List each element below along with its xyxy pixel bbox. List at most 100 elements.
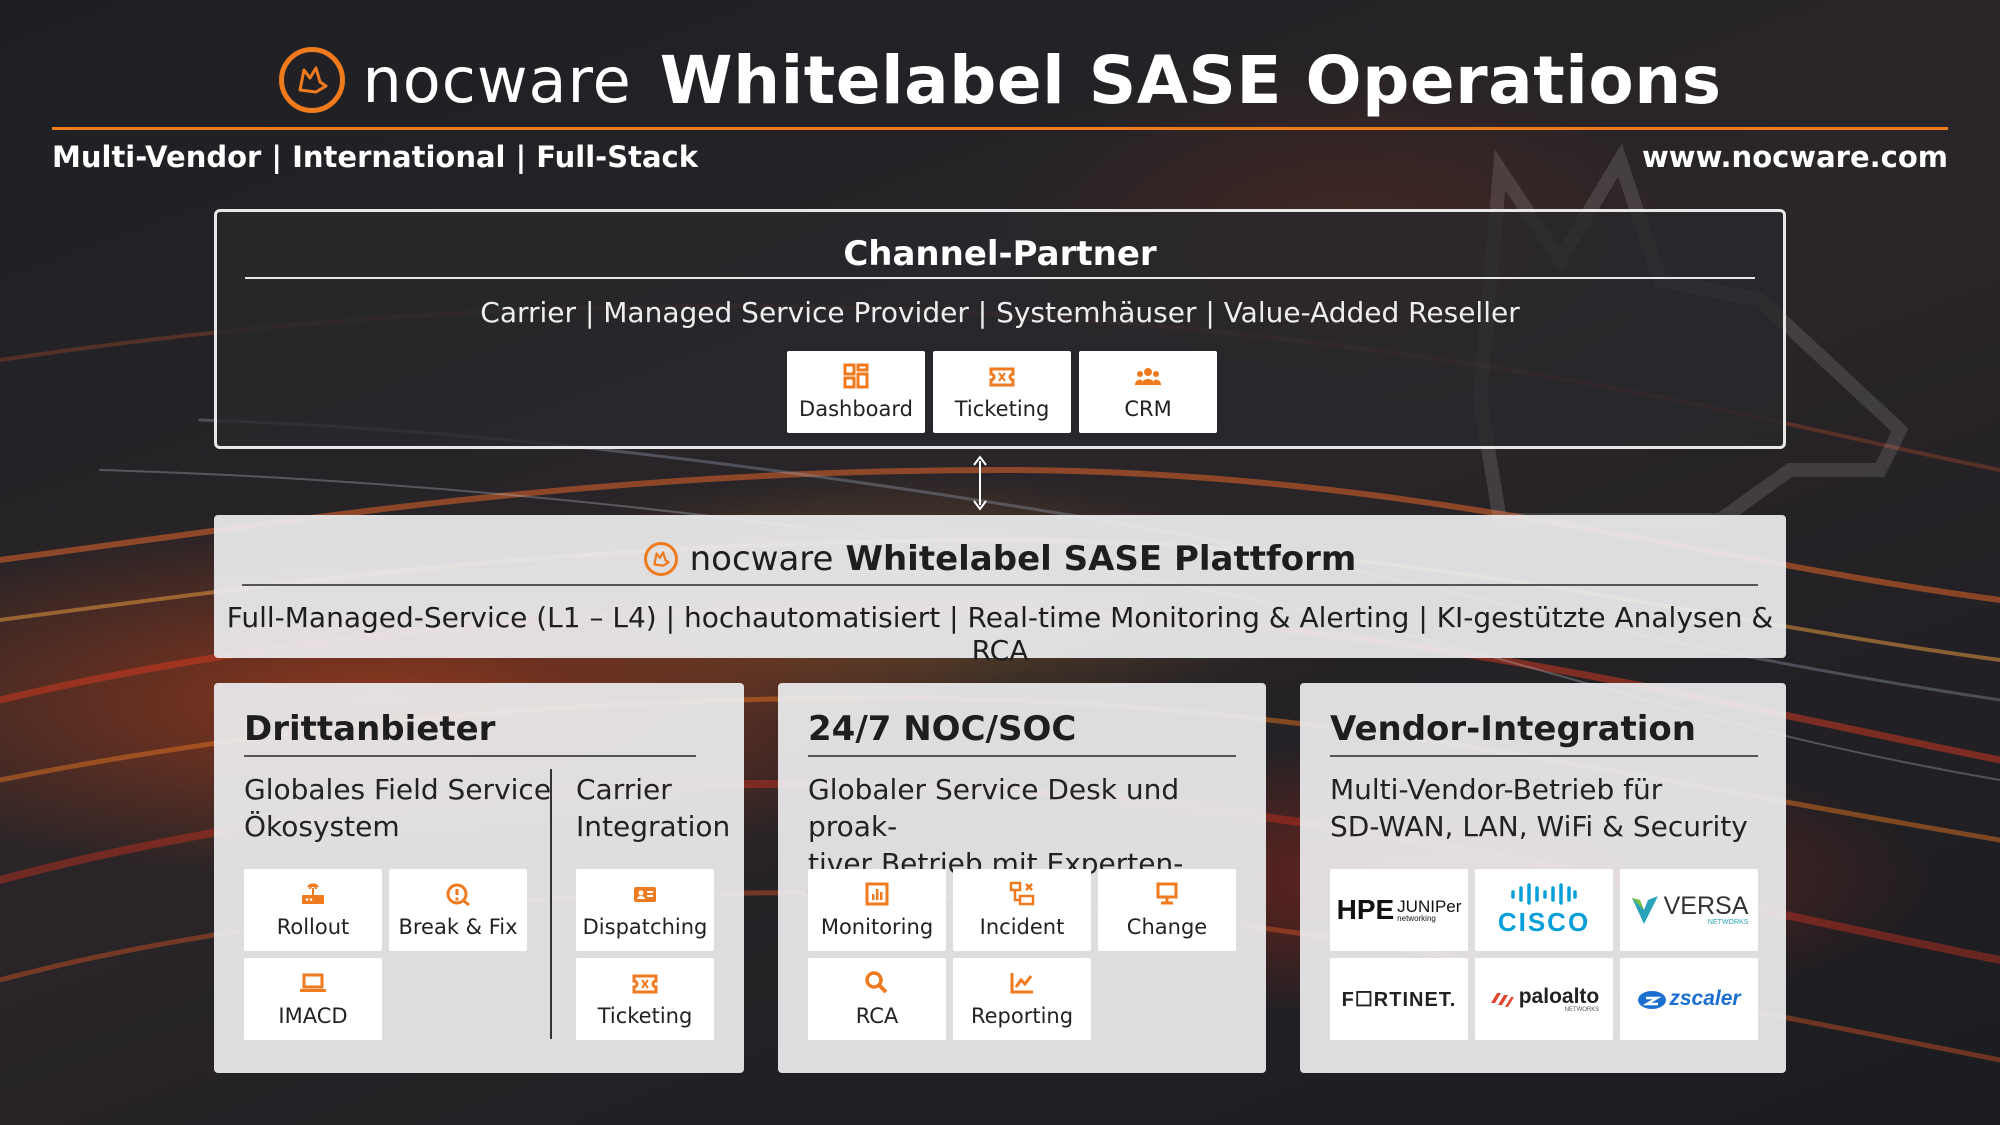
tile-break-fix[interactable]: Break & Fix: [389, 869, 527, 951]
carrier-tiles: Dispatching Ticketing: [576, 869, 714, 1040]
tile-reporting[interactable]: Reporting: [953, 958, 1091, 1040]
chart-icon: [865, 882, 889, 906]
fox-logo-icon: [643, 542, 678, 576]
logo-subtext: NETWORKS: [1564, 1006, 1600, 1013]
bidirectional-arrow-icon: [973, 455, 987, 511]
hpe-juniper-logo: HPE JUNIPer networking: [1330, 869, 1468, 951]
tile-crm[interactable]: CRM: [1079, 351, 1217, 433]
card-title: 24/7 NOC/SOC: [808, 709, 1077, 749]
card-title: Drittanbieter: [244, 709, 496, 749]
drittanbieter-card: Drittanbieter Globales Field Service Öko…: [214, 683, 744, 1073]
logo-text: HPE: [1336, 894, 1395, 925]
desc-line: Globaler Service Desk und proak-: [808, 773, 1180, 843]
divider: [242, 584, 1758, 586]
tile-label: Ticketing: [597, 1004, 693, 1028]
tile-monitoring[interactable]: Monitoring: [808, 869, 946, 951]
tile-rca[interactable]: RCA: [808, 958, 946, 1040]
tile-label: Ticketing: [954, 397, 1050, 421]
platform-bar: nocware Whitelabel SASE Plattform Full-M…: [214, 515, 1786, 667]
search-icon: [865, 971, 888, 994]
channel-partner-title: Channel-Partner: [843, 234, 1157, 274]
cisco-bars-icon: [1511, 882, 1577, 905]
versa-wordmark: VERSA NETWORKS: [1663, 892, 1749, 927]
ticket-icon: [632, 974, 658, 994]
tile-imacd[interactable]: IMACD: [244, 958, 382, 1040]
logo-subtext: NETWORKS: [1707, 919, 1749, 926]
zscaler-cloud-icon: [1638, 991, 1667, 1009]
tile-rollout[interactable]: Rollout: [244, 869, 382, 951]
logo-text: VERSA: [1663, 892, 1749, 920]
tile-dispatching[interactable]: Dispatching: [576, 869, 714, 951]
tile-label: IMACD: [278, 1004, 348, 1028]
tile-label: Change: [1126, 915, 1208, 939]
channel-partner-box: Channel-Partner Carrier | Managed Servic…: [214, 209, 1786, 449]
people-icon: [1134, 368, 1162, 385]
router-icon: [302, 883, 324, 904]
fortinet-logo: F☐RTINET.: [1330, 958, 1468, 1040]
vendor-logos: HPE JUNIPer networking CISCO VERSA NETWO…: [1330, 869, 1758, 1040]
tile-dashboard[interactable]: Dashboard: [787, 351, 925, 433]
divider: [244, 755, 696, 757]
card-title: Vendor-Integration: [1330, 709, 1696, 749]
desc-line: Globales Field Service: [244, 773, 552, 806]
page-title: Whitelabel SASE Operations: [659, 41, 1722, 119]
dashboard-icon: [843, 363, 869, 389]
channel-partner-subtitle: Carrier | Managed Service Provider | Sys…: [480, 296, 1520, 329]
website-link[interactable]: www.nocware.com: [1642, 140, 1948, 174]
field-service-description: Globales Field Service Ökosystem: [244, 771, 551, 845]
fox-logo-icon: [278, 47, 345, 113]
vendor-integration-card: Vendor-Integration Multi-Vendor-Betrieb …: [1300, 683, 1786, 1073]
paloalto-logo: paloalto NETWORKS: [1475, 958, 1613, 1040]
tile-change[interactable]: Change: [1098, 869, 1236, 951]
juniper-wordmark: JUNIPer networking: [1397, 898, 1461, 923]
tile-label: Dispatching: [582, 915, 708, 939]
alert-clock-icon: [446, 883, 470, 907]
logo-text: zscaler: [1669, 987, 1741, 1010]
field-service-tiles: Rollout Break & Fix IMACD: [244, 869, 527, 1040]
logo-text: CISCO: [1497, 906, 1591, 937]
tile-label: Break & Fix: [398, 915, 518, 939]
divider: [808, 755, 1236, 757]
platform-subtitle: Full-Managed-Service (L1 – L4) | hochaut…: [226, 601, 1774, 667]
header: nocware Whitelabel SASE Operations: [0, 40, 2000, 120]
tile-label: Monitoring: [820, 915, 934, 939]
divider: [1330, 755, 1758, 757]
platform-title: Whitelabel SASE Plattform: [845, 539, 1357, 579]
platform-heading: nocware Whitelabel SASE Plattform: [214, 539, 1786, 579]
tile-label: Reporting: [970, 1004, 1074, 1028]
paloalto-wordmark: paloalto NETWORKS: [1519, 986, 1600, 1013]
vertical-divider: [550, 769, 552, 1039]
laptop-icon: [300, 973, 326, 992]
tile-ticketing[interactable]: Ticketing: [933, 351, 1071, 433]
incident-icon: [1009, 881, 1035, 906]
logo-text: F☐RTINET.: [1341, 988, 1457, 1011]
logo-subtext: networking: [1397, 913, 1436, 923]
noc-soc-card: 24/7 NOC/SOC Globaler Service Desk und p…: [778, 683, 1266, 1073]
logo-text: JUNIPer: [1397, 896, 1462, 916]
tile-incident[interactable]: Incident: [953, 869, 1091, 951]
noc-tiles: Monitoring Incident Change RCA Reporting: [808, 869, 1236, 1040]
desc-line: SD-WAN, LAN, WiFi & Security: [1330, 810, 1748, 843]
tile-label: Dashboard: [799, 397, 913, 421]
desc-line: Multi-Vendor-Betrieb für: [1330, 773, 1663, 806]
versa-logo: VERSA NETWORKS: [1620, 869, 1758, 951]
zscaler-logo: zscaler: [1620, 958, 1758, 1040]
channel-partner-tiles: Dashboard Ticketing CRM: [787, 351, 1217, 433]
tile-label: Rollout: [276, 915, 350, 939]
tile-label: CRM: [1124, 397, 1172, 421]
trend-icon: [1010, 973, 1033, 994]
vendor-description: Multi-Vendor-Betrieb für SD-WAN, LAN, Wi…: [1330, 771, 1748, 845]
brand-name: nocware: [362, 43, 632, 117]
logo-text: paloalto: [1518, 984, 1600, 1008]
carrier-integration-description: Carrier Integration: [576, 771, 730, 845]
desc-line: Integration: [576, 810, 731, 843]
tile-ticketing[interactable]: Ticketing: [576, 958, 714, 1040]
versa-v-icon: [1631, 896, 1658, 924]
tagline: Multi-Vendor | International | Full-Stac…: [52, 140, 698, 174]
paloalto-chevron-icon: [1490, 993, 1514, 1007]
tile-label: RCA: [855, 1004, 899, 1028]
desc-line: Carrier: [576, 773, 672, 806]
dispatch-icon: [634, 887, 656, 902]
desc-line: Ökosystem: [244, 810, 400, 843]
divider: [245, 277, 1755, 279]
